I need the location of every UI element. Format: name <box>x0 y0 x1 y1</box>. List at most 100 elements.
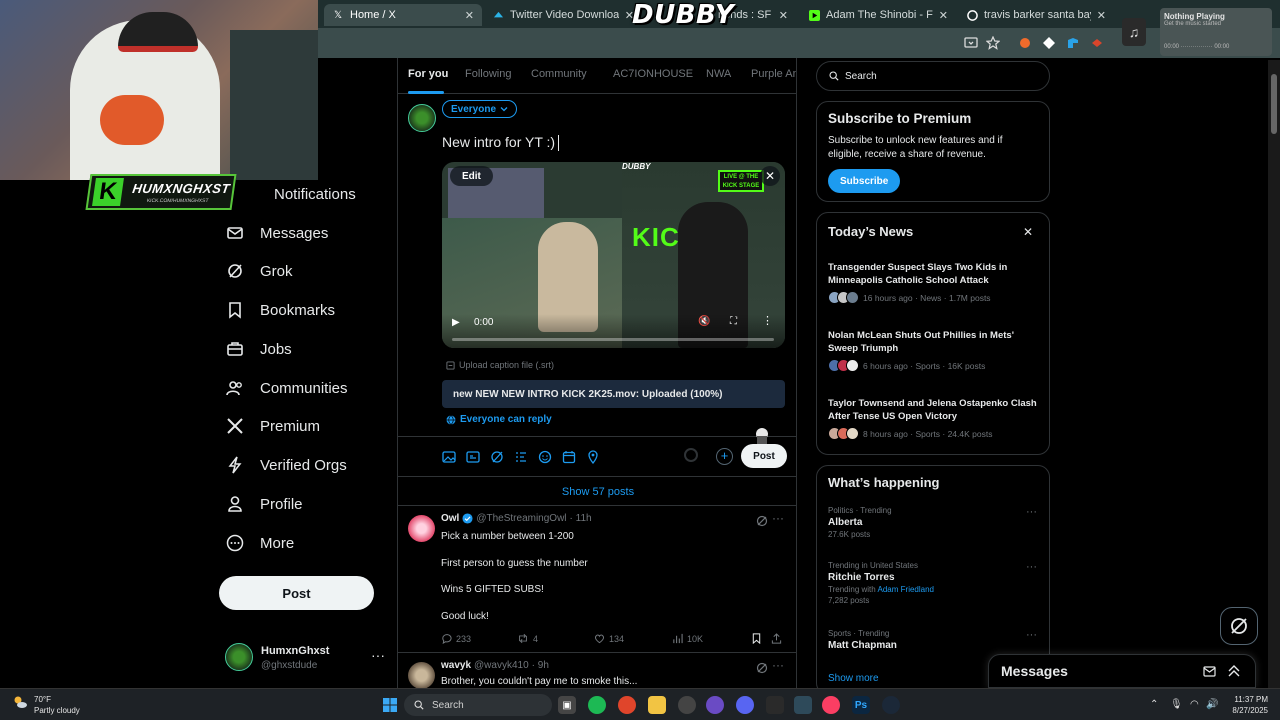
music-player-widget[interactable]: Nothing Playing Get the music started 00… <box>1160 8 1272 56</box>
browser-tab-home-x[interactable]: 𝕏 Home / X ✕ <box>324 4 482 26</box>
repost-button[interactable]: 4 <box>517 633 538 644</box>
extension-blue-icon[interactable] <box>1066 36 1080 50</box>
messages-drawer[interactable]: Messages <box>988 654 1256 688</box>
views-button[interactable]: 10K <box>672 633 703 644</box>
tab-purple[interactable]: Purple An <box>751 68 796 80</box>
nav-premium[interactable]: Premium <box>224 409 320 443</box>
remove-media-button[interactable]: ✕ <box>760 166 780 186</box>
tab-ac7ionhouse[interactable]: AC7IONHOUSE <box>613 68 693 80</box>
nav-profile[interactable]: Profile <box>224 487 303 521</box>
news-item[interactable]: Nolan McLean Shuts Out Phillies in Mets'… <box>828 329 1043 372</box>
trend-item[interactable]: Trending in United States Ritchie Torres… <box>828 561 1043 605</box>
windows-start-icon[interactable] <box>381 696 399 714</box>
trend-more-icon[interactable]: ··· <box>1026 629 1037 641</box>
trend-item[interactable]: Sports · Trending Matt Chapman ··· <box>828 629 1043 651</box>
tab-following[interactable]: Following <box>465 68 511 80</box>
tweet[interactable]: wavyk @wavyk410 · 9h ··· Brother, you co… <box>398 654 796 688</box>
app-purple-icon[interactable] <box>706 696 724 714</box>
tray-overflow-icon[interactable]: ⌃ <box>1150 699 1158 710</box>
nav-bookmarks[interactable]: Bookmarks <box>224 293 335 327</box>
music-note-icon[interactable]: ♫ <box>1122 18 1146 46</box>
app-teal-icon[interactable] <box>794 696 812 714</box>
avatar[interactable] <box>408 104 436 132</box>
reply-setting-button[interactable]: Everyone can reply <box>446 414 552 425</box>
emoji-icon[interactable] <box>538 450 552 464</box>
nav-notifications[interactable]: Notifications <box>238 177 356 211</box>
spotify-icon[interactable] <box>588 696 606 714</box>
subscribe-button[interactable]: Subscribe <box>828 169 901 193</box>
attached-video[interactable]: KICKad DUBBY LIVE @ THEKICK STAGE ▶ 0:00… <box>442 162 785 348</box>
account-more-icon[interactable]: ··· <box>371 647 385 663</box>
browser-tab-twitter-downloader[interactable]: Twitter Video Downloader - Do ✕ <box>484 4 642 26</box>
task-view-icon[interactable]: ▣ <box>558 696 576 714</box>
wifi-icon[interactable]: ◠ <box>1190 699 1199 710</box>
tab-community[interactable]: Community <box>531 68 587 80</box>
grok-icon[interactable] <box>756 515 768 527</box>
file-explorer-icon[interactable] <box>648 696 666 714</box>
share-icon[interactable] <box>771 633 782 644</box>
chrome-icon[interactable] <box>618 696 636 714</box>
extension-diamond-icon[interactable] <box>1042 36 1056 50</box>
mute-icon[interactable]: 🔇 <box>698 316 710 327</box>
trend-more-icon[interactable]: ··· <box>1026 561 1037 573</box>
tweet-time[interactable]: · 11h <box>570 513 592 524</box>
taskbar-search[interactable]: Search <box>404 694 552 716</box>
extension-red-icon[interactable] <box>1090 36 1104 50</box>
extension-fox-icon[interactable] <box>1018 36 1032 50</box>
trend-item[interactable]: Politics · Trending Alberta 27.6K posts … <box>828 506 1043 539</box>
add-post-button[interactable]: + <box>716 448 733 465</box>
music-app-icon[interactable] <box>822 696 840 714</box>
post-button[interactable]: Post <box>219 576 374 610</box>
video-progress-bar[interactable] <box>452 338 774 341</box>
schedule-icon[interactable] <box>562 450 576 464</box>
edit-media-button[interactable]: Edit <box>450 166 493 186</box>
audience-selector[interactable]: Everyone <box>442 100 518 118</box>
close-tab-icon[interactable]: ✕ <box>465 9 474 22</box>
weather-widget[interactable]: 70°F Partly cloudy <box>12 694 80 716</box>
close-icon[interactable]: ✕ <box>1023 225 1033 239</box>
nav-verified-orgs[interactable]: Verified Orgs <box>224 448 347 482</box>
install-app-icon[interactable] <box>964 36 978 50</box>
show-new-posts-button[interactable]: Show 57 posts <box>398 476 796 506</box>
news-item[interactable]: Taylor Townsend and Jelena Ostapenko Cla… <box>828 397 1043 440</box>
grok-floating-button[interactable] <box>1220 607 1258 645</box>
fullscreen-icon[interactable]: ⛶ <box>730 316 737 327</box>
upload-caption-link[interactable]: Upload caption file (.srt) <box>446 360 554 370</box>
tweet-more-icon[interactable]: ··· <box>772 511 784 525</box>
like-button[interactable]: 134 <box>594 633 624 644</box>
video-more-icon[interactable]: ⋮ <box>762 314 773 327</box>
trend-more-icon[interactable]: ··· <box>1026 506 1037 518</box>
taskbar-clock[interactable]: 11:37 PM 8/27/2025 <box>1222 694 1268 716</box>
trend-with-name[interactable]: Adam Friedland <box>878 585 934 594</box>
volume-icon[interactable]: 🔊 <box>1206 699 1218 710</box>
page-scrollbar[interactable] <box>1268 60 1280 688</box>
nav-more[interactable]: More <box>224 526 294 560</box>
browser-tab-adam-shinobi[interactable]: Adam The Shinobi - FLASH! (fe ✕ <box>800 4 956 26</box>
news-item[interactable]: Transgender Suspect Slays Two Kids in Mi… <box>828 261 1043 304</box>
poll-icon[interactable] <box>514 450 528 464</box>
close-tab-icon[interactable]: ✕ <box>1097 9 1106 22</box>
nav-communities[interactable]: Communities <box>224 371 348 405</box>
steam-icon[interactable] <box>882 696 900 714</box>
post-submit-button[interactable]: Post <box>741 444 787 468</box>
show-more-link[interactable]: Show more <box>828 673 879 684</box>
tweet-author-name[interactable]: wavyk <box>441 660 471 671</box>
tweet-author-handle[interactable]: @wavyk410 <box>474 660 529 671</box>
image-icon[interactable] <box>442 450 456 464</box>
reply-button[interactable]: 233 <box>441 633 471 644</box>
browser-tab-google-search[interactable]: travis barker santa bay - Googl ✕ <box>958 4 1114 26</box>
microphone-icon[interactable]: 🎙 <box>1170 699 1183 710</box>
gif-icon[interactable] <box>466 450 480 464</box>
avatar[interactable] <box>408 515 435 542</box>
tweet-time[interactable]: · 9h <box>532 660 549 671</box>
obs-icon[interactable] <box>678 696 696 714</box>
play-icon[interactable]: ▶ <box>452 317 460 328</box>
nav-messages[interactable]: Messages <box>224 216 328 250</box>
bookmark-star-icon[interactable] <box>986 36 1000 50</box>
tweet[interactable]: Owl @TheStreamingOwl · 11h ··· Pick a nu… <box>398 507 796 653</box>
tab-nwa[interactable]: NWA <box>706 68 731 80</box>
discord-icon[interactable] <box>736 696 754 714</box>
expand-up-icon[interactable] <box>1227 664 1241 678</box>
tweet-author-name[interactable]: Owl <box>441 513 459 524</box>
grok-icon[interactable] <box>490 450 504 464</box>
